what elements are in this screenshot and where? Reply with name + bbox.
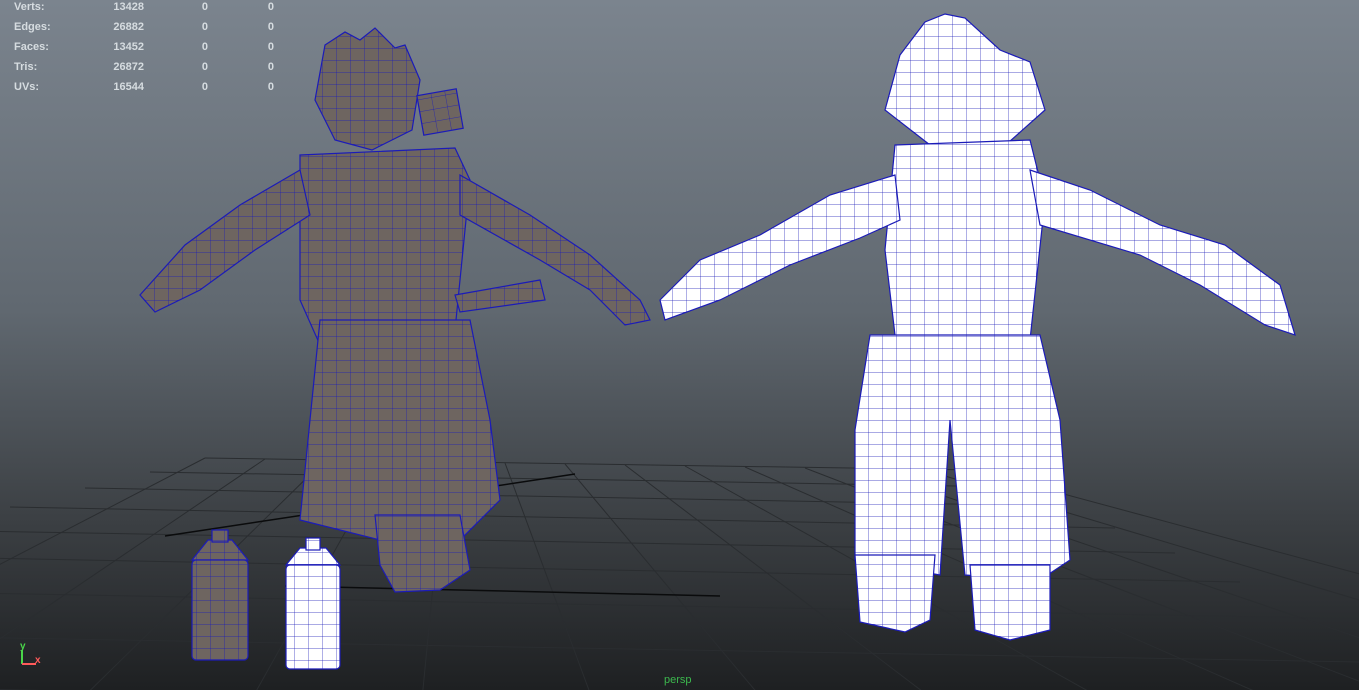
hud-selected-value: 0 — [201, 21, 208, 33]
hud-selected-value: 0 — [201, 81, 208, 93]
axis-x-label: x — [35, 655, 41, 666]
camera-name-label: persp — [664, 674, 692, 686]
hud-selected-value: 0 — [201, 41, 208, 53]
hud-value: 16544 — [113, 81, 144, 93]
hud-selected-value: 0 — [201, 61, 208, 73]
hud-component-value: 0 — [267, 21, 274, 33]
hud-row-faces: Faces: 13452 0 0 — [14, 37, 274, 57]
shaded-character-model[interactable] — [139, 27, 651, 593]
hud-component-value: 0 — [267, 81, 274, 93]
hud-label: Edges: — [14, 21, 51, 33]
hud-row-uvs: UVs: 16544 0 0 — [14, 77, 274, 97]
hud-value: 13452 — [113, 41, 144, 53]
hud-label: UVs: — [14, 81, 40, 93]
hud-selected-value: 0 — [201, 1, 208, 13]
hud-row-tris: Tris: 26872 0 0 — [14, 57, 274, 77]
hud-row-verts: Verts: 13428 0 0 — [14, 0, 274, 17]
axis-y-label: y — [20, 641, 26, 652]
hud-component-value: 0 — [267, 61, 274, 73]
perspective-viewport[interactable]: Verts: 13428 0 0 Edges: 26882 0 0 Faces:… — [0, 0, 1359, 690]
poly-count-hud: Verts: 13428 0 0 Edges: 26882 0 0 Faces:… — [14, 0, 274, 97]
hud-label: Tris: — [14, 61, 38, 73]
view-axis-icon — [21, 650, 36, 665]
hud-component-value: 0 — [267, 41, 274, 53]
white-spray-can[interactable] — [284, 537, 342, 670]
hud-label: Verts: — [14, 1, 45, 13]
hud-value: 13428 — [113, 1, 144, 13]
grey-spray-can[interactable] — [190, 529, 250, 661]
hud-value: 26882 — [113, 21, 144, 33]
hud-value: 26872 — [113, 61, 144, 73]
scene-canvas[interactable] — [0, 0, 1359, 690]
hud-label: Faces: — [14, 41, 49, 53]
white-character-model[interactable] — [659, 13, 1296, 641]
hud-component-value: 0 — [267, 1, 274, 13]
hud-row-edges: Edges: 26882 0 0 — [14, 17, 274, 37]
